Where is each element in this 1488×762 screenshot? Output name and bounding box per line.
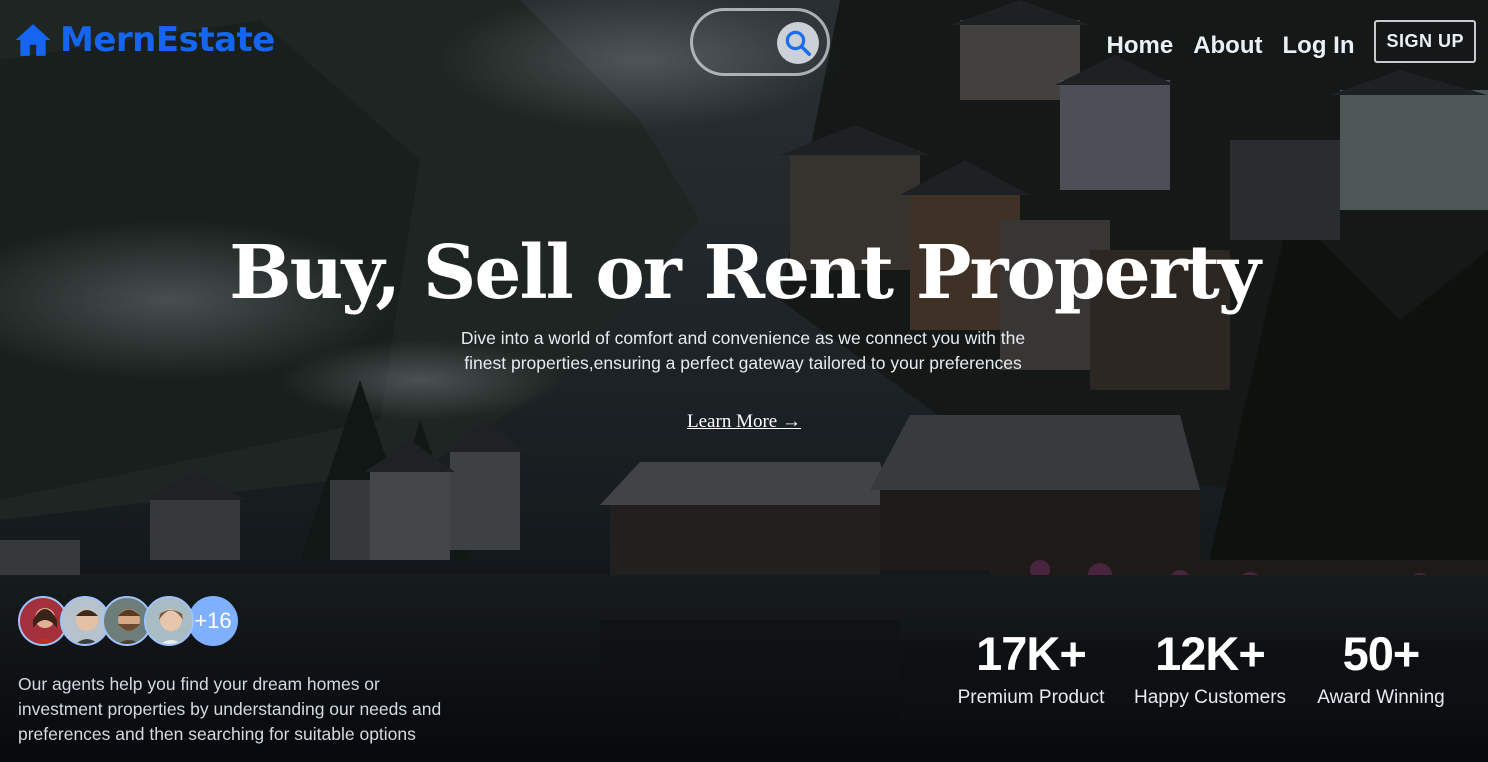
avatar — [144, 596, 194, 646]
stat-value: 50+ — [1342, 627, 1421, 680]
nav-home-link[interactable]: Home — [1107, 32, 1174, 60]
nav-login-link[interactable]: Log In — [1283, 32, 1355, 60]
brand-name: MernEstate — [60, 20, 275, 60]
stat-premium-product: 17K+ Premium Product — [944, 626, 1118, 709]
main-nav: Home About Log In SIGN UP — [1107, 20, 1476, 63]
agents-description: Our agents help you find your dream home… — [18, 674, 442, 744]
search-button[interactable] — [777, 22, 819, 64]
agent-avatars: +16 — [18, 596, 238, 646]
house-icon — [15, 24, 51, 56]
hero-headline: Buy, Sell or Rent Property — [229, 230, 1261, 316]
hero-subtitle: Dive into a world of comfort and conveni… — [460, 328, 1026, 373]
stat-award-winning: 50+ Award Winning — [1310, 626, 1452, 709]
stat-value: 12K+ — [1155, 627, 1266, 680]
nav-about-link[interactable]: About — [1193, 32, 1262, 60]
search-bar[interactable] — [690, 8, 830, 76]
extra-agents-count: +16 — [188, 596, 238, 646]
stat-happy-customers: 12K+ Happy Customers — [1126, 626, 1294, 709]
stat-value: 17K+ — [976, 627, 1087, 680]
stat-label: Award Winning — [1317, 687, 1445, 708]
learn-more-link[interactable]: Learn More → — [687, 411, 801, 432]
stat-label: Happy Customers — [1133, 687, 1287, 708]
search-input[interactable] — [711, 23, 785, 63]
brand-logo[interactable]: MernEstate — [14, 20, 275, 60]
stat-label: Premium Product — [957, 687, 1105, 708]
signup-button[interactable]: SIGN UP — [1374, 20, 1476, 63]
learn-more-container: Learn More → — [0, 411, 1488, 433]
search-icon — [785, 30, 811, 56]
